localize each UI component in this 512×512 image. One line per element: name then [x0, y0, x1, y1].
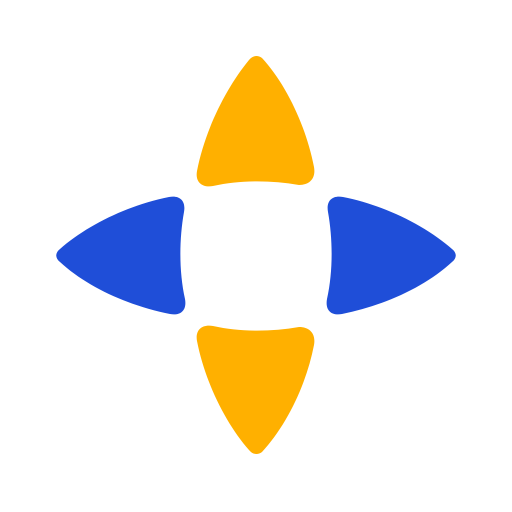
left-petal-shape [56, 196, 186, 315]
compass-star-logo-icon [56, 55, 456, 455]
top-petal-shape [196, 55, 315, 187]
bottom-petal-shape [196, 325, 315, 455]
logo-canvas [0, 0, 512, 512]
right-petal-shape [326, 196, 456, 315]
